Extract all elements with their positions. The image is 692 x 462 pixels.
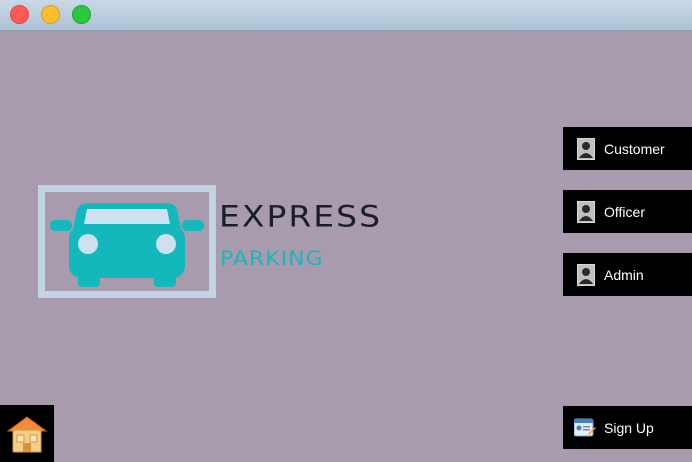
customer-button[interactable]: Customer [563,127,692,170]
id-card-icon [574,418,596,436]
car-icon [45,192,209,291]
minimize-window-button[interactable] [41,5,60,24]
brand-name-parking: PARKING [220,248,324,271]
sign-up-button[interactable]: Sign Up [563,406,692,449]
person-icon [577,137,595,160]
home-icon [6,416,48,453]
close-window-button[interactable] [10,5,29,24]
sign-up-button-label: Sign Up [604,419,654,436]
person-icon [577,263,595,286]
customer-button-label: Customer [604,140,665,157]
admin-button[interactable]: Admin [563,253,692,296]
person-icon [577,200,595,223]
home-button[interactable] [0,405,54,462]
window-titlebar[interactable] [0,0,692,31]
officer-button[interactable]: Officer [563,190,692,233]
zoom-window-button[interactable] [72,5,91,24]
brand-name-express: EXPRESS [219,199,383,234]
officer-button-label: Officer [604,203,645,220]
admin-button-label: Admin [604,266,644,283]
logo-frame [38,185,216,298]
